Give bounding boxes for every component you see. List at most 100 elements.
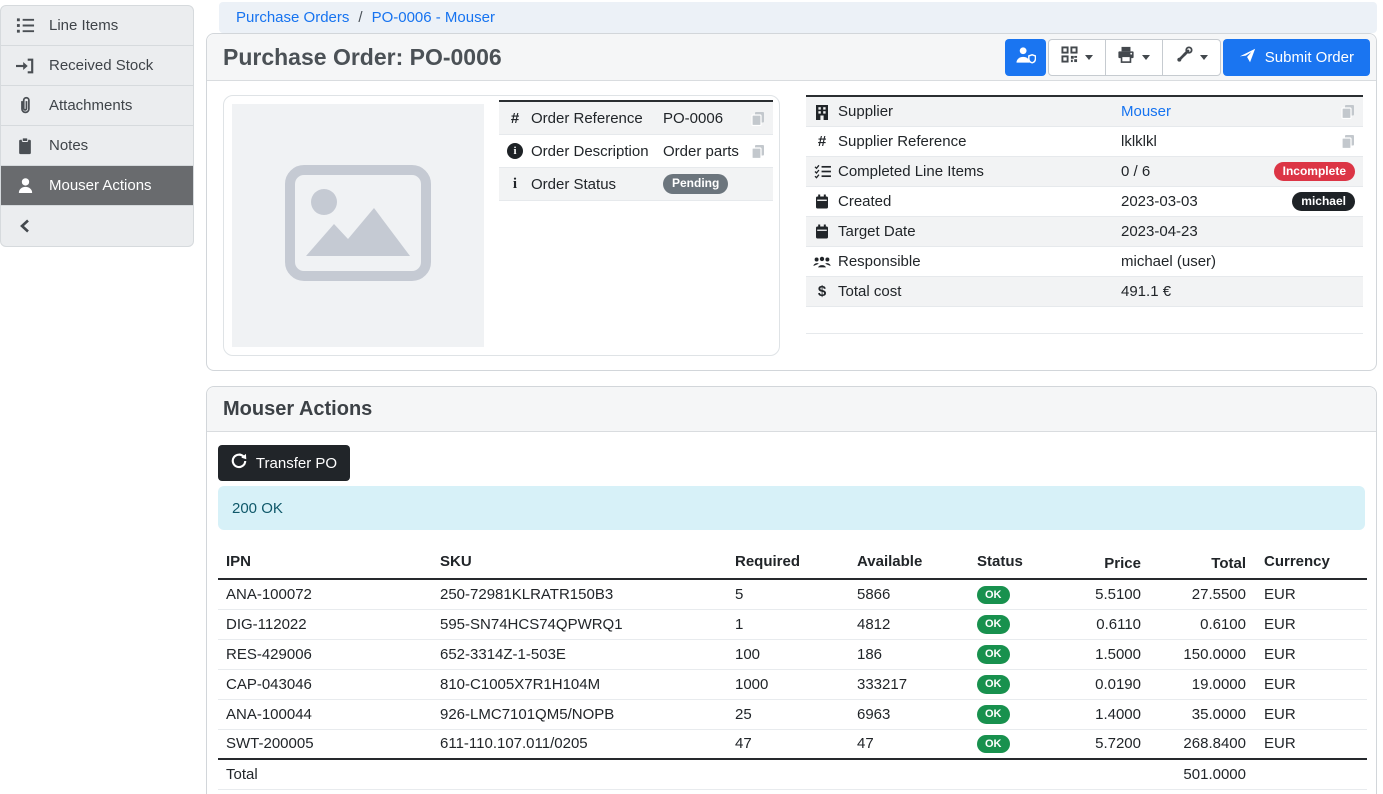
col-header-required: Required	[727, 549, 849, 579]
hash-icon: #	[499, 110, 531, 127]
col-header-currency: Currency	[1248, 549, 1367, 579]
admin-button[interactable]	[1005, 39, 1046, 76]
completed-line-items-row: Completed Line Items 0 / 6 Incomplete	[806, 157, 1363, 187]
cell-ipn: ANA-100072	[218, 579, 432, 609]
sidebar-item-label: Attachments	[49, 97, 132, 114]
hash-icon: #	[806, 133, 838, 150]
order-description-row: i Order Description Order parts	[499, 135, 773, 168]
cell-currency: EUR	[1248, 699, 1367, 729]
sidebar-item-notes[interactable]: Notes	[1, 126, 193, 166]
send-icon	[1239, 47, 1256, 68]
order-reference-row: # Order Reference PO-0006	[499, 102, 773, 135]
responsible-row: Responsible michael (user)	[806, 247, 1363, 277]
sign-in-icon	[1, 57, 49, 75]
cell-ipn: SWT-200005	[218, 729, 432, 759]
cell-total: 27.5500	[1143, 579, 1248, 609]
header-actions: Submit Order	[1005, 39, 1370, 76]
cell-total: 19.0000	[1143, 669, 1248, 699]
copy-icon[interactable]	[751, 144, 773, 159]
copy-icon[interactable]	[1341, 104, 1363, 119]
cell-ipn: RES-429006	[218, 639, 432, 669]
target-date-row: Target Date 2023-04-23	[806, 217, 1363, 247]
detail-label: Target Date	[838, 223, 1121, 240]
sidebar-item-mouser-actions[interactable]: Mouser Actions	[1, 166, 193, 206]
print-dropdown-button[interactable]	[1106, 40, 1163, 75]
cell-price: 0.6110	[1069, 609, 1143, 639]
user-icon	[1, 177, 49, 194]
po-line-row: ANA-100044 926-LMC7101QM5/NOPB 25 6963 O…	[218, 699, 1367, 729]
caret-down-icon	[1142, 55, 1150, 60]
breadcrumb-link-purchase-orders[interactable]: Purchase Orders	[236, 9, 349, 26]
po-table-total-row: Total 501.0000	[218, 759, 1367, 789]
cell-required: 5	[727, 579, 849, 609]
cell-required: 1	[727, 609, 849, 639]
sidebar: Line Items Received Stock Attachments No…	[0, 5, 194, 247]
sidebar-item-label: Received Stock	[49, 57, 153, 74]
page-title: Purchase Order: PO-0006	[223, 44, 502, 71]
po-line-row: ANA-100072 250-72981KLRATR150B3 5 5866 O…	[218, 579, 1367, 609]
cell-available: 6963	[849, 699, 969, 729]
sidebar-item-attachments[interactable]: Attachments	[1, 86, 193, 126]
copy-icon[interactable]	[1341, 134, 1363, 149]
total-label: Total	[218, 759, 432, 789]
info-icon: i	[499, 176, 531, 193]
cell-currency: EUR	[1248, 669, 1367, 699]
detail-value: michael (user)	[1121, 253, 1363, 270]
copy-icon[interactable]	[751, 111, 773, 126]
col-header-total: Total	[1143, 549, 1248, 579]
cell-total: 268.8400	[1143, 729, 1248, 759]
chevron-left-icon	[1, 219, 49, 233]
cell-sku: 652-3314Z-1-503E	[432, 639, 727, 669]
detail-value: 491.1 €	[1121, 283, 1363, 300]
cell-ipn: CAP-043046	[218, 669, 432, 699]
qrcode-icon	[1061, 46, 1078, 68]
paperclip-icon	[1, 96, 49, 115]
supplier-reference-row: # Supplier Reference lklklkl	[806, 127, 1363, 157]
detail-value: Order parts	[663, 143, 751, 160]
empty-detail-row	[806, 307, 1363, 334]
order-image-card: # Order Reference PO-0006 i Order Descri…	[223, 95, 780, 356]
order-image-placeholder[interactable]	[232, 104, 484, 347]
ok-badge: OK	[977, 705, 1010, 723]
supplier-link[interactable]: Mouser	[1121, 103, 1171, 120]
sidebar-item-label: Mouser Actions	[49, 177, 152, 194]
cell-total: 150.0000	[1143, 639, 1248, 669]
cell-required: 47	[727, 729, 849, 759]
order-actions-dropdown-button[interactable]	[1163, 40, 1220, 75]
breadcrumb-link-current[interactable]: PO-0006 - Mouser	[372, 9, 495, 26]
supplier-row: Supplier Mouser	[806, 97, 1363, 127]
order-status-row: i Order Status Pending	[499, 168, 773, 201]
users-icon	[806, 255, 838, 269]
purchase-order-panel-header: Purchase Order: PO-0006	[207, 34, 1376, 81]
detail-label: Created	[838, 193, 1121, 210]
submit-order-label: Submit Order	[1265, 49, 1354, 66]
caret-down-icon	[1200, 55, 1208, 60]
mouser-actions-header: Mouser Actions	[207, 387, 1376, 432]
po-line-row: RES-429006 652-3314Z-1-503E 100 186 OK 1…	[218, 639, 1367, 669]
sidebar-item-received-stock[interactable]: Received Stock	[1, 46, 193, 86]
clipboard-icon	[1, 137, 49, 155]
cell-price: 1.5000	[1069, 639, 1143, 669]
calendar-icon	[806, 194, 838, 209]
detail-label: Order Reference	[531, 110, 663, 127]
detail-label: Total cost	[838, 283, 1121, 300]
created-row: Created 2023-03-03 michael	[806, 187, 1363, 217]
submit-order-button[interactable]: Submit Order	[1223, 39, 1370, 76]
status-badge: Pending	[663, 174, 728, 193]
cell-required: 100	[727, 639, 849, 669]
cell-available: 4812	[849, 609, 969, 639]
col-header-price: Price	[1069, 549, 1143, 579]
col-header-available: Available	[849, 549, 969, 579]
detail-label: Order Description	[531, 143, 663, 160]
barcode-dropdown-button[interactable]	[1049, 40, 1106, 75]
cell-ipn: ANA-100044	[218, 699, 432, 729]
sidebar-collapse-button[interactable]	[1, 206, 193, 246]
sidebar-item-line-items[interactable]: Line Items	[1, 6, 193, 46]
supplier-details-table: Supplier Mouser # Supplier Reference lkl…	[806, 95, 1363, 334]
cell-available: 333217	[849, 669, 969, 699]
sidebar-item-label: Notes	[49, 137, 88, 154]
cell-ipn: DIG-112022	[218, 609, 432, 639]
transfer-po-button[interactable]: Transfer PO	[218, 445, 350, 481]
status-alert-text: 200 OK	[232, 500, 283, 517]
list-check-icon	[806, 164, 838, 179]
